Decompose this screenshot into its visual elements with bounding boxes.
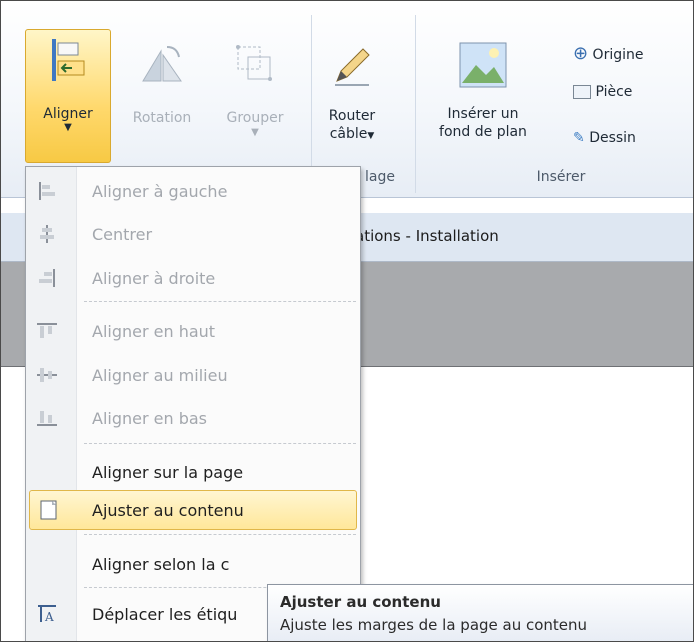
menu-separator [84,443,356,444]
menu-item-align-left[interactable]: Aligner à gauche [26,172,360,210]
picture-icon [459,42,507,88]
menu-item-align-bottom[interactable]: Aligner en bas [26,399,360,437]
menu-item-align-page[interactable]: Aligner sur la page [26,453,360,491]
menu-item-align-right[interactable]: Aligner à droite [26,259,360,297]
router-label-text: câble [329,126,368,142]
align-objects-icon [52,39,85,81]
menu-item-align-middle[interactable]: Aligner au milieu [26,356,360,394]
align-left-icon [39,182,55,200]
menu-item-label: Aligner sur la page [92,463,244,482]
dessin-label: Dessin [589,130,636,146]
align-dropdown-menu: Aligner à gauche Centrer Aligner à droit… [25,166,361,641]
router-cable-button[interactable]: Router câble▼ [317,41,387,145]
menu-item-align-top[interactable]: Aligner en haut [26,312,360,350]
room-icon [573,85,591,99]
group-label-inserer: Insérer [536,169,586,185]
menu-item-label: Aligner à droite [92,269,216,288]
rotation-button[interactable]: Rotation [117,41,207,127]
drawing-icon: ✎ [573,130,585,146]
origine-button[interactable]: ⊕ Origine [573,45,643,64]
menu-separator [84,534,356,535]
pencil-icon [335,48,370,86]
svg-text:A: A [44,610,54,624]
grouper-button[interactable]: Grouper ▼ [205,41,305,139]
router-label-line2: câble▼ [317,125,387,145]
rotation-icon [142,46,182,82]
align-center-icon [40,225,54,243]
menu-item-center[interactable]: Centrer [26,215,360,253]
group-icon [236,45,272,81]
router-label-line1: Router [328,108,376,124]
piece-label: Pièce [595,84,633,100]
aligner-label: Aligner [43,106,93,122]
insert-background-button[interactable]: Insérer un fond de plan [421,39,545,141]
tooltip-description: Ajuste les marges de la page au contenu [280,616,588,634]
grouper-label: Grouper [226,110,284,126]
dessin-button[interactable]: ✎ Dessin [573,129,636,147]
group-label-routage: lage [365,169,395,185]
ribbon-separator [415,15,416,193]
menu-item-label: Aligner en bas [92,409,208,428]
aligner-dropdown-arrow: ▼ [64,122,72,133]
align-right-icon [39,269,55,287]
menu-separator [84,301,356,302]
align-bottom-icon [37,411,57,426]
tooltip-title: Ajuster au contenu [280,593,441,611]
application-window: Aligner ▼ Rotation Grouper ▼ Router câbl… [0,0,694,642]
align-top-icon [37,323,57,338]
menu-item-label: Aligner selon la c [92,555,230,574]
fit-content-icon [40,500,57,520]
origine-label: Origine [592,47,644,63]
aligner-button-content[interactable]: Aligner ▼ [25,35,111,133]
menu-item-label: Aligner au milieu [92,366,228,385]
rotation-label: Rotation [132,110,192,126]
crosshair-icon: ⊕ [573,43,589,64]
insert-label-line1: Insérer un [447,106,519,122]
menu-item-label: Ajuster au contenu [92,501,244,520]
tooltip: Ajuster au contenu Ajuste les marges de … [267,584,693,641]
piece-button[interactable]: Pièce [573,83,632,101]
menu-item-label: Aligner en haut [92,322,216,341]
document-title: ations - Installation [355,227,499,245]
move-labels-icon: A [38,605,56,624]
grouper-dropdown-arrow: ▼ [251,127,259,138]
menu-item-align-according[interactable]: Aligner selon la c [26,545,360,583]
align-middle-icon [37,368,57,382]
menu-item-label: Déplacer les étiqu [92,605,238,624]
router-dropdown-arrow: ▼ [367,131,375,141]
menu-item-label: Aligner à gauche [92,182,228,201]
menu-item-fit-content[interactable]: Ajuster au contenu [29,490,357,530]
insert-label-line2: fond de plan [439,124,527,140]
menu-item-label: Centrer [92,225,153,244]
